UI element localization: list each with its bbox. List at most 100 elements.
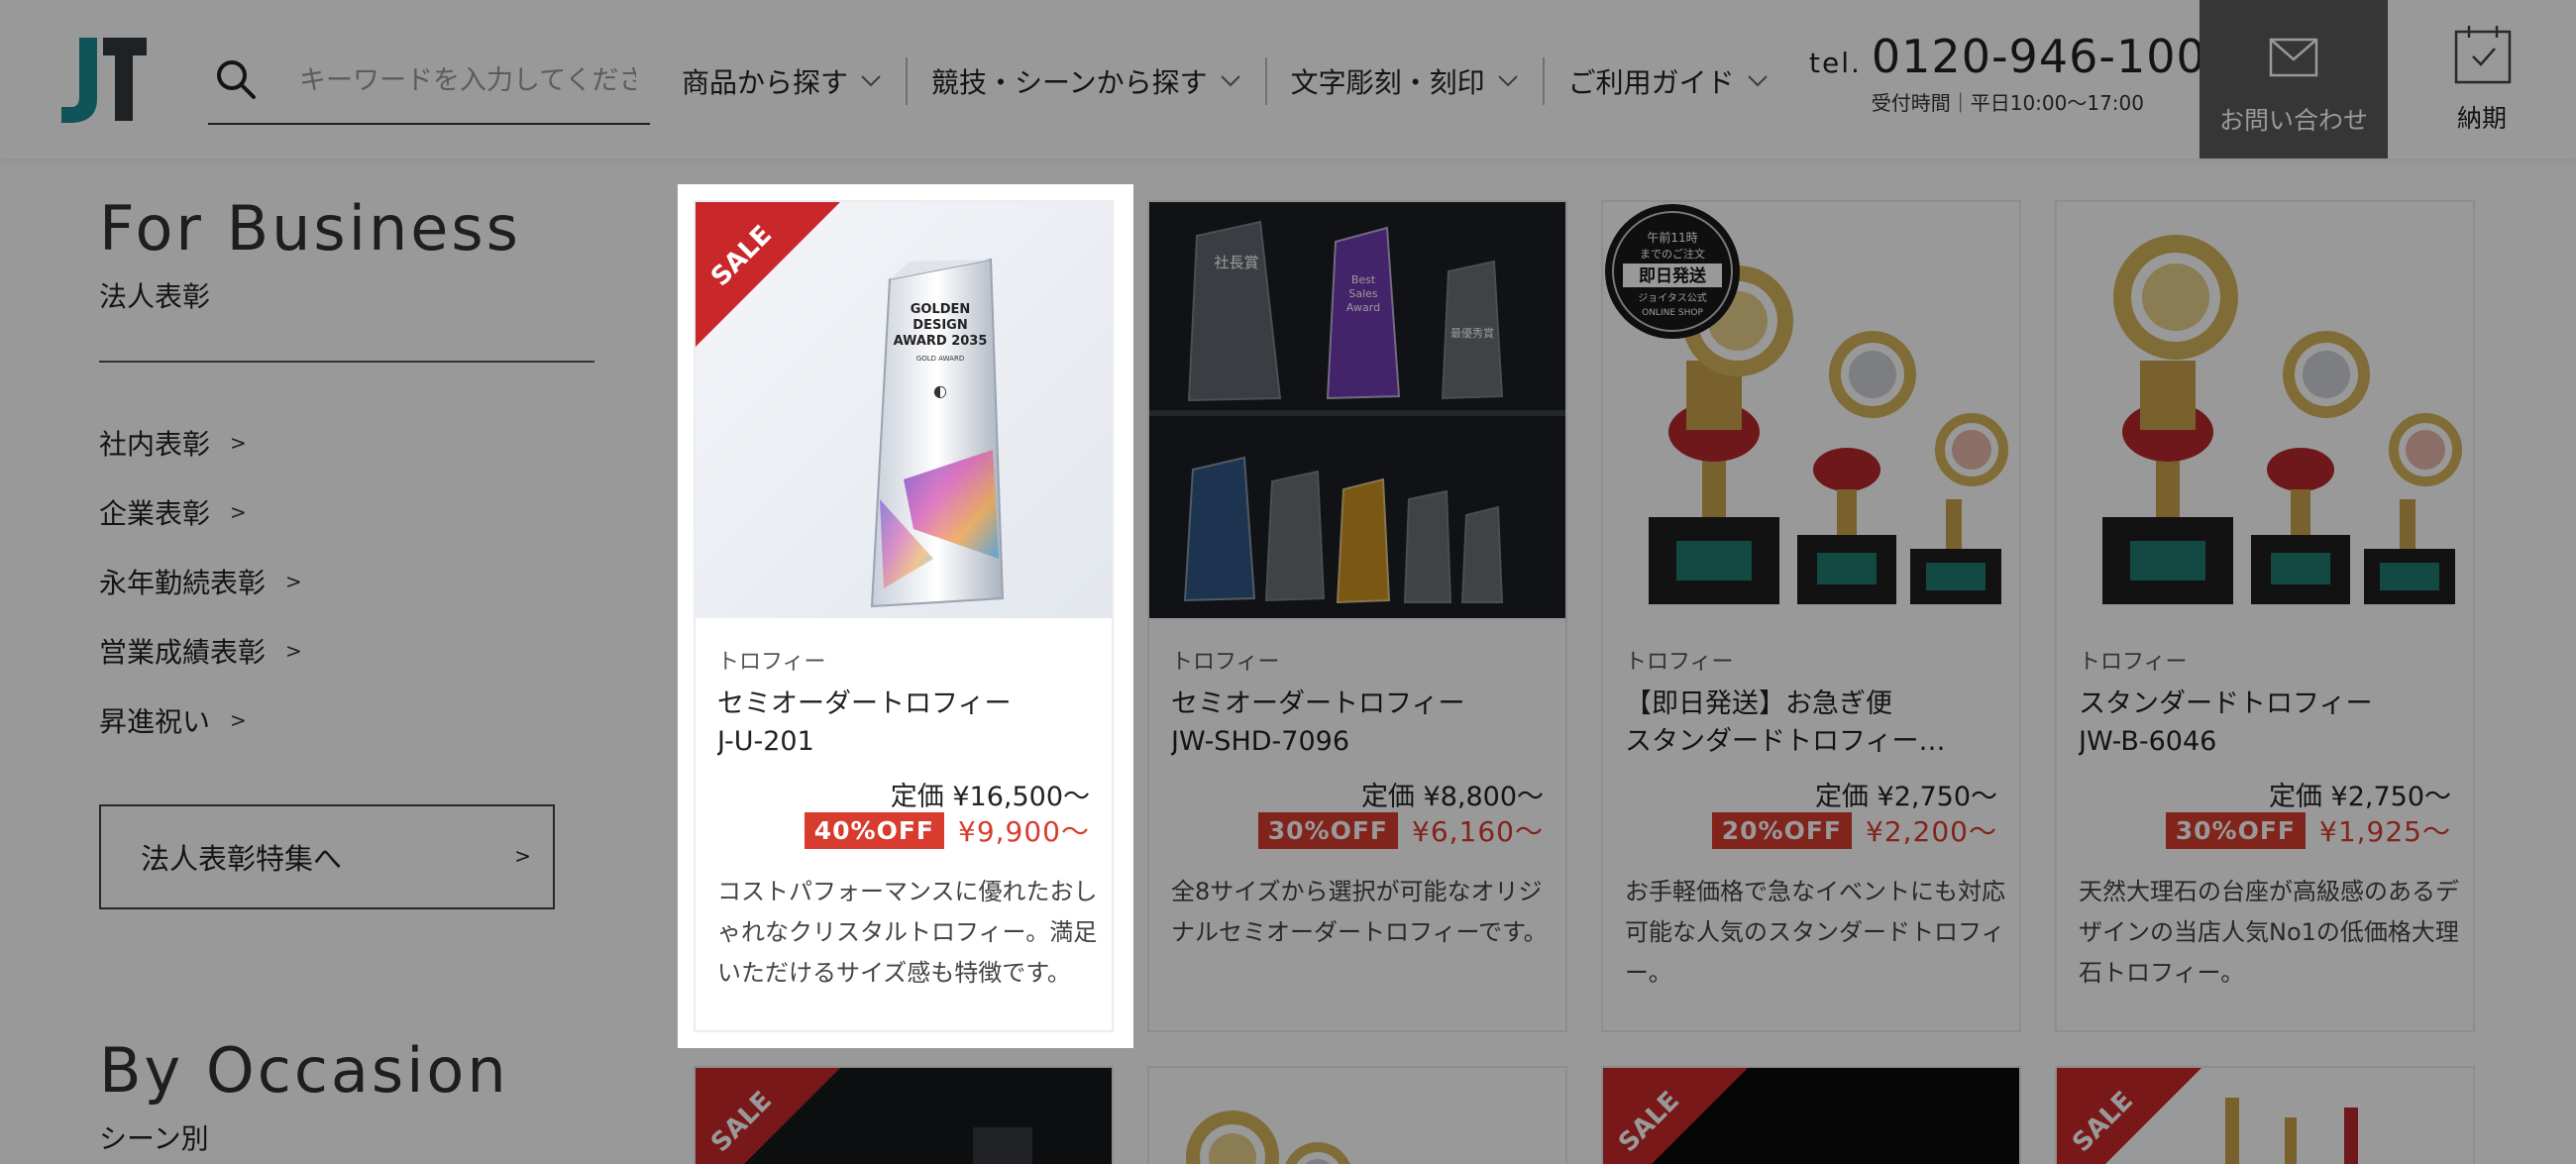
product-category: トロフィー <box>1625 650 1734 675</box>
product-category: トロフィー <box>1171 650 1280 675</box>
list-price: 定価 ¥16,500〜 <box>890 782 1090 812</box>
search-icon[interactable] <box>214 57 258 101</box>
business-category-list: 社内表彰 > 企業表彰 > 永年勤続表彰 > 営業成績表彰 > 昇進祝い > <box>99 408 594 755</box>
product-name-line: スタンダードトロフィー… <box>1625 726 1946 757</box>
stamp-text: までのご注文 <box>1640 247 1705 261</box>
award-text: Best <box>1351 273 1376 286</box>
list-price: 定価 ¥2,750〜 <box>2268 782 2451 812</box>
chevron-down-icon <box>1220 75 1240 87</box>
product-image[interactable]: SALE <box>696 1068 1114 1164</box>
product-image[interactable] <box>1149 1068 1567 1164</box>
sale-price: ¥9,900〜 <box>958 815 1090 848</box>
sidebar-item-long-service[interactable]: 永年勤続表彰 > <box>99 547 594 616</box>
award-text: 最優秀賞 <box>1450 327 1494 340</box>
delivery-label: 納期 <box>2456 104 2507 133</box>
product-card[interactable]: GOLDEN DESIGN AWARD 2035 GOLD AWARD ◐ SA… <box>694 200 1114 1032</box>
product-card[interactable]: トロフィー スタンダードトロフィー JW-B-6046 定価 ¥2,750〜 3… <box>2055 200 2475 1032</box>
phone-contact[interactable]: tel. 0120-946-100 受付時間｜平日10:00〜17:00 <box>1809 30 2205 116</box>
sale-price: ¥1,925〜 <box>2319 815 2451 848</box>
business-hours: 受付時間｜平日10:00〜17:00 <box>1871 91 2144 115</box>
product-description: 天然大理石の台座が高級感のあるデザインの当店人気No1の低価格大理石トロフィー。 <box>2079 878 2459 987</box>
product-category: トロフィー <box>2079 650 2188 675</box>
product-name[interactable]: セミオーダートロフィー JW-SHD-7096 <box>1171 686 1548 761</box>
chevron-down-icon <box>1747 75 1768 87</box>
contact-button[interactable]: お問い合わせ <box>2200 0 2388 159</box>
sale-price: ¥6,160〜 <box>1412 815 1544 848</box>
product-name-line: スタンダードトロフィー <box>2079 688 2373 719</box>
product-card[interactable]: 社長賞 Best Sales Award 最優秀賞 トロフィー セミオーダートロ… <box>1147 200 1567 1032</box>
business-feature-button[interactable]: 法人表彰特集へ > <box>99 804 555 909</box>
nav-guide-label: ご利用ガイド <box>1567 66 1735 99</box>
sidebar-item-label: 企業表彰 <box>99 497 211 530</box>
sidebar-item-sales-award[interactable]: 営業成績表彰 > <box>99 616 594 686</box>
product-name[interactable]: 【即日発送】お急ぎ便 スタンダードトロフィー… <box>1625 686 2001 761</box>
nav-engraving-label: 文字彫刻・刻印 <box>1290 66 1485 99</box>
product-card[interactable] <box>1147 1066 1567 1164</box>
list-price: 定価 ¥8,800〜 <box>1360 782 1544 812</box>
product-name-line: セミオーダートロフィー <box>1171 688 1465 719</box>
chevron-right-icon: > <box>230 500 247 524</box>
product-image[interactable]: SALE <box>1603 1068 2021 1164</box>
calendar-check-icon <box>2454 26 2512 84</box>
nav-guide[interactable]: ご利用ガイド <box>1545 57 1792 105</box>
sidebar-item-corporate-award[interactable]: 企業表彰 > <box>99 477 594 547</box>
sale-price-row: 30%OFF ¥6,160〜 <box>1257 810 1544 850</box>
nav-products[interactable]: 商品から探す <box>658 57 909 105</box>
chevron-right-icon: > <box>285 570 302 593</box>
product-image[interactable]: 社長賞 Best Sales Award 最優秀賞 <box>1149 202 1565 618</box>
product-image[interactable]: 午前11時 までのご注文 即日発送 ジョイタス公式 ONLINE SHOP <box>1603 202 2019 618</box>
divider <box>99 361 594 363</box>
product-image[interactable]: GOLDEN DESIGN AWARD 2035 GOLD AWARD ◐ SA… <box>696 202 1112 618</box>
site-logo[interactable] <box>59 34 151 125</box>
feature-button-label: 法人表彰特集へ <box>141 842 343 876</box>
mail-icon <box>2269 38 2318 77</box>
award-text: AWARD 2035 <box>894 334 988 349</box>
nav-engraving[interactable]: 文字彫刻・刻印 <box>1267 57 1545 105</box>
search-bar <box>208 44 650 125</box>
chevron-right-icon: > <box>285 639 302 663</box>
award-text: DESIGN <box>912 318 967 333</box>
sale-price-row: 30%OFF ¥1,925〜 <box>2165 810 2451 850</box>
stamp-text: ジョイタス公式 <box>1638 291 1707 304</box>
award-text: 社長賞 <box>1214 254 1258 271</box>
award-text: GOLDEN <box>911 302 971 317</box>
product-name-line: セミオーダートロフィー <box>717 688 1012 719</box>
sale-price-row: 20%OFF ¥2,200〜 <box>1711 810 1997 850</box>
product-description: コストパフォーマンスに優れたおしゃれなクリスタルトロフィー。満足いただけるサイズ… <box>717 878 1098 987</box>
award-text: GOLD AWARD <box>916 355 964 363</box>
main-nav: 商品から探す 競技・シーンから探す 文字彫刻・刻印 ご利用ガイド <box>658 57 1792 105</box>
occasion-section: By Occasion シーン別 <box>99 1040 509 1157</box>
stamp-text: 即日発送 <box>1639 265 1707 286</box>
product-code: JW-SHD-7096 <box>1171 726 1349 757</box>
sale-price: ¥2,200〜 <box>1866 815 1997 848</box>
product-name[interactable]: セミオーダートロフィー J-U-201 <box>717 686 1094 761</box>
product-image[interactable] <box>2057 202 2473 618</box>
award-text: Award <box>1346 301 1380 314</box>
product-category: トロフィー <box>717 650 826 675</box>
chevron-down-icon <box>1497 75 1518 87</box>
product-description: 全8サイズから選択が可能なオリジナルセミオーダートロフィーです。 <box>1171 878 1548 946</box>
discount-badge: 20%OFF <box>1711 811 1853 849</box>
chevron-right-icon: > <box>514 844 531 868</box>
search-input[interactable] <box>299 57 636 103</box>
sidebar-item-promotion[interactable]: 昇進祝い > <box>99 686 594 755</box>
chevron-right-icon: > <box>230 431 247 455</box>
sidebar-item-label: 永年勤続表彰 <box>99 567 267 599</box>
product-card[interactable]: SALE <box>1601 1066 2021 1164</box>
contact-label: お問い合わせ <box>2218 106 2368 135</box>
discount-badge: 30%OFF <box>1257 811 1399 849</box>
stamp-text: 午前11時 <box>1647 230 1697 245</box>
product-card[interactable]: 午前11時 までのご注文 即日発送 ジョイタス公式 ONLINE SHOP トロ… <box>1601 200 2021 1032</box>
nav-scenes[interactable]: 競技・シーンから探す <box>908 57 1267 105</box>
product-card[interactable]: SALE <box>694 1066 1114 1164</box>
sidebar-item-internal-award[interactable]: 社内表彰 > <box>99 408 594 477</box>
delivery-button[interactable]: 納期 <box>2388 0 2576 159</box>
product-code: J-U-201 <box>717 726 814 757</box>
product-name[interactable]: スタンダードトロフィー JW-B-6046 <box>2079 686 2455 761</box>
section-subtitle-business: 法人表彰 <box>99 280 211 313</box>
product-image[interactable]: SALE <box>2057 1068 2475 1164</box>
same-day-shipping-stamp: 午前11時 までのご注文 即日発送 ジョイタス公式 ONLINE SHOP <box>1605 204 1740 339</box>
product-card[interactable]: SALE <box>2055 1066 2475 1164</box>
svg-text:◐: ◐ <box>933 381 947 400</box>
chevron-right-icon: > <box>230 708 247 732</box>
